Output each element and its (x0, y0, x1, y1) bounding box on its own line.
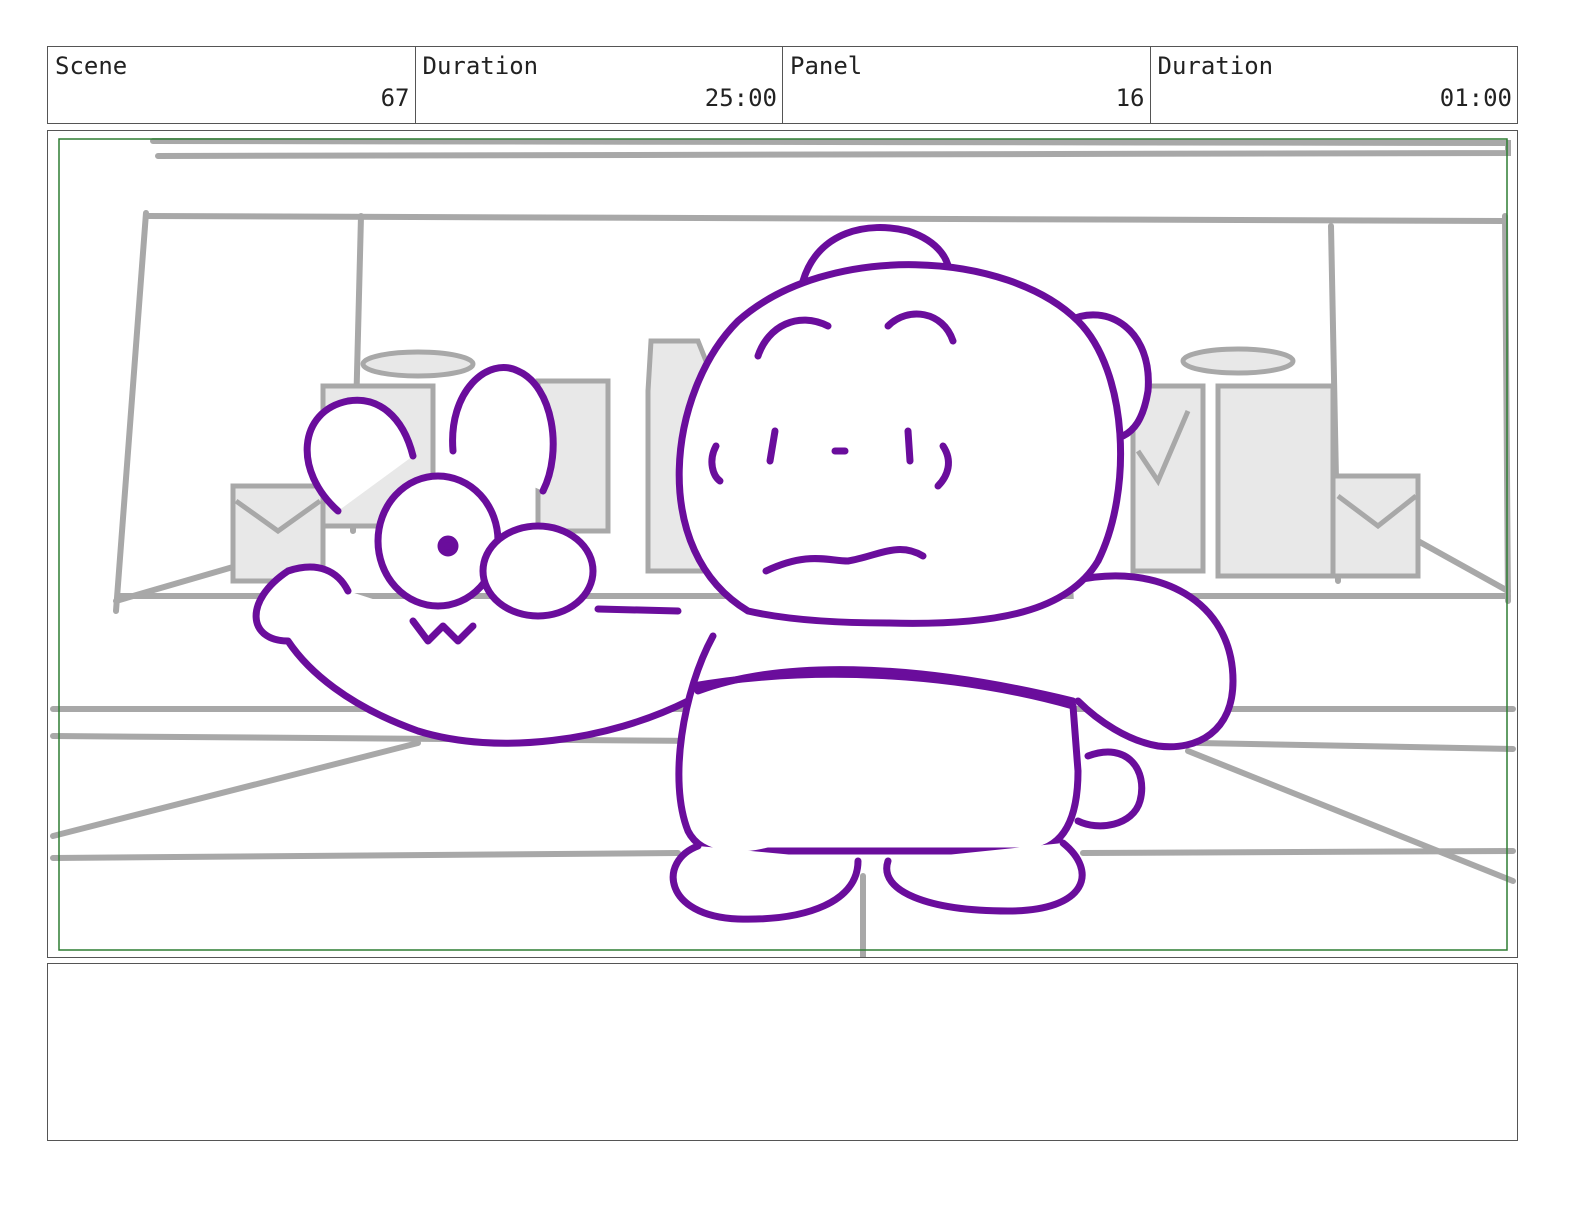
scene-duration-cell: Duration 25:00 (416, 47, 783, 123)
panel-notes (47, 963, 1518, 1141)
panel-duration-label: Duration (1157, 52, 1274, 80)
character-bear (252, 224, 1237, 923)
scene-cell: Scene 67 (48, 47, 416, 123)
panel-duration-cell: Duration 01:00 (1151, 47, 1518, 123)
panel-duration-value: 01:00 (1439, 84, 1512, 112)
panel-number: 16 (1115, 84, 1145, 112)
scene-number: 67 (380, 84, 410, 112)
storyboard-drawing (50, 138, 1516, 957)
panel-header: Scene 67 Duration 25:00 Panel 16 Duratio… (47, 46, 1518, 124)
storyboard-panel (47, 130, 1518, 958)
scene-label: Scene (55, 52, 128, 80)
scene-duration-label: Duration (422, 52, 539, 80)
scene-duration-value: 25:00 (704, 84, 777, 112)
panel-cell: Panel 16 (783, 47, 1151, 123)
panel-label: Panel (790, 52, 863, 80)
